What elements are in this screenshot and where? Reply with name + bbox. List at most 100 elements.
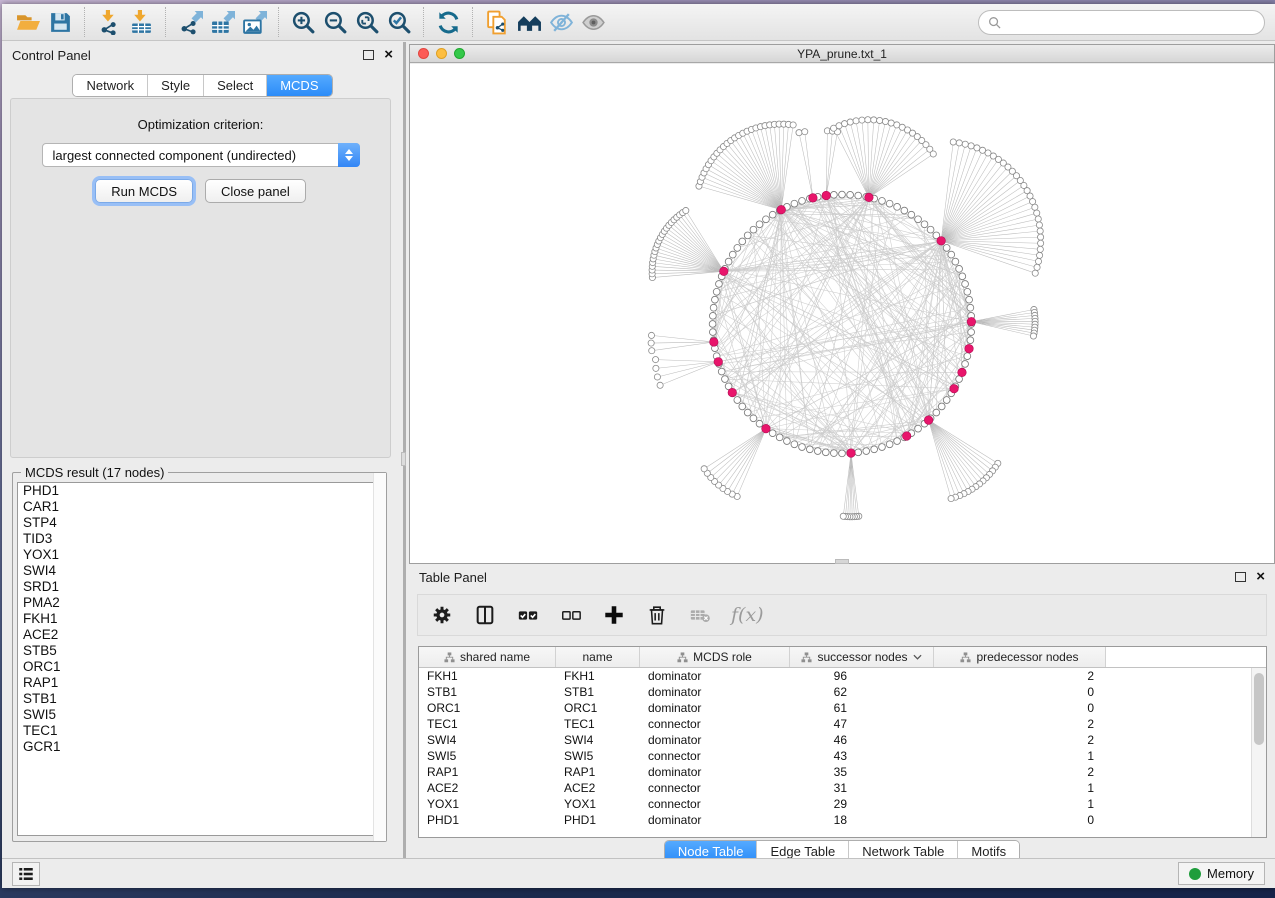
table-row[interactable]: ACE2ACE2connector311 [419,780,1266,796]
toolbar-separator [165,7,166,37]
list-item[interactable]: STP4 [18,515,381,531]
list-item[interactable]: PMA2 [18,595,381,611]
table-panel-title: Table Panel [419,570,487,585]
list-item[interactable]: ORC1 [18,659,381,675]
export-image-button[interactable] [238,7,270,37]
tab-mcds[interactable]: MCDS [266,75,331,96]
deselect-all-button[interactable] [559,603,583,627]
list-item[interactable]: SWI5 [18,707,381,723]
tab-network[interactable]: Network [73,75,147,96]
splitter-handle[interactable] [401,452,406,466]
column-header-shared-name[interactable]: shared name [419,647,556,667]
list-item[interactable]: FKH1 [18,611,381,627]
cell-successor-nodes: 43 [790,749,934,763]
tab-style[interactable]: Style [147,75,203,96]
column-header-successor-nodes[interactable]: successor nodes [790,647,934,667]
column-header-label: successor nodes [817,650,907,664]
list-item[interactable]: STB5 [18,643,381,659]
node-table[interactable]: shared namenameMCDS role successor nodes p… [418,646,1267,838]
import-network-button[interactable] [93,7,125,37]
cell-name: YOX1 [556,797,640,811]
list-item[interactable]: CAR1 [18,499,381,515]
search-field[interactable] [978,10,1265,35]
table-row[interactable]: FKH1FKH1dominator962 [419,668,1266,684]
column-header-predecessor-nodes[interactable]: predecessor nodes [934,647,1106,667]
cell-name: RAP1 [556,765,640,779]
zoom-selected-icon [387,10,412,35]
table-row[interactable]: SWI4SWI4dominator462 [419,732,1266,748]
cell-shared-name: SWI4 [419,733,556,747]
delete-column-button[interactable] [645,603,669,627]
list-item[interactable]: TEC1 [18,723,381,739]
search-input[interactable] [1007,15,1255,29]
first-neighbors-button[interactable] [513,7,545,37]
houses-icon [517,10,542,35]
zoom-selected-button[interactable] [383,7,415,37]
open-session-button[interactable] [12,7,44,37]
float-table-panel-button[interactable] [1235,572,1246,582]
table-row[interactable]: YOX1YOX1connector291 [419,796,1266,812]
table-toolbar: f(x) [417,594,1267,636]
cell-shared-name: SWI5 [419,749,556,763]
select-all-button[interactable] [516,603,540,627]
zoom-in-button[interactable] [287,7,319,37]
table-row[interactable]: PHD1PHD1dominator180 [419,812,1266,828]
unchecked-boxes-icon [560,604,582,626]
refresh-button[interactable] [432,7,464,37]
zoom-fit-button[interactable] [351,7,383,37]
table-scrollbar[interactable] [1251,668,1266,837]
list-icon [17,865,35,883]
cell-name: ORC1 [556,701,640,715]
list-item[interactable]: PHD1 [18,483,381,499]
cell-name: TEC1 [556,717,640,731]
float-panel-button[interactable] [363,50,374,60]
table-row[interactable]: SWI5SWI5connector431 [419,748,1266,764]
list-item[interactable]: SRD1 [18,579,381,595]
close-panel-button[interactable]: × [384,50,393,60]
table-row[interactable]: TEC1TEC1connector472 [419,716,1266,732]
mcds-result-list[interactable]: PHD1CAR1STP4TID3YOX1SWI4SRD1PMA2FKH1ACE2… [17,482,382,836]
list-item[interactable]: GCR1 [18,739,381,755]
run-mcds-button[interactable]: Run MCDS [95,179,193,203]
zoom-out-button[interactable] [319,7,351,37]
criterion-select[interactable]: largest connected component (undirected) [42,143,360,167]
task-history-button[interactable] [12,862,40,886]
close-table-panel-button[interactable]: × [1256,572,1265,582]
table-row[interactable]: RAP1RAP1dominator352 [419,764,1266,780]
add-column-button[interactable] [602,603,626,627]
function-builder-button[interactable]: f(x) [731,603,764,627]
list-item[interactable]: RAP1 [18,675,381,691]
copy-network-button[interactable] [481,7,513,37]
close-panel-button-inner[interactable]: Close panel [205,179,306,203]
list-item[interactable]: SWI4 [18,563,381,579]
table-header-row: shared namenameMCDS role successor nodes p… [419,647,1266,668]
import-table-button[interactable] [125,7,157,37]
network-canvas[interactable] [410,64,1274,563]
table-scrollbar-thumb[interactable] [1254,673,1264,745]
export-table-button[interactable] [206,7,238,37]
hide-selected-button[interactable] [545,7,577,37]
show-all-button[interactable] [577,7,609,37]
delete-table-button[interactable] [688,603,712,627]
column-header-MCDS-role[interactable]: MCDS role [640,647,790,667]
cell-shared-name: STB1 [419,685,556,699]
table-row[interactable]: STB1STB1dominator620 [419,684,1266,700]
list-scrollbar[interactable] [373,473,386,841]
network-window-titlebar[interactable]: YPA_prune.txt_1 [410,45,1274,63]
memory-button[interactable]: Memory [1178,862,1265,885]
column-header-name[interactable]: name [556,647,640,667]
list-item[interactable]: TID3 [18,531,381,547]
list-item[interactable]: ACE2 [18,627,381,643]
control-panel: Control Panel × NetworkStyleSelectMCDS O… [2,42,406,858]
tab-select[interactable]: Select [203,75,266,96]
network-window: YPA_prune.txt_1 [409,44,1275,564]
table-row[interactable]: ORC1ORC1dominator610 [419,700,1266,716]
list-item[interactable]: STB1 [18,691,381,707]
column-header-label: predecessor nodes [976,650,1078,664]
list-item[interactable]: YOX1 [18,547,381,563]
network-graph[interactable] [410,64,1274,563]
column-view-button[interactable] [473,603,497,627]
export-network-button[interactable] [174,7,206,37]
save-session-button[interactable] [44,7,76,37]
table-settings-button[interactable] [430,603,454,627]
